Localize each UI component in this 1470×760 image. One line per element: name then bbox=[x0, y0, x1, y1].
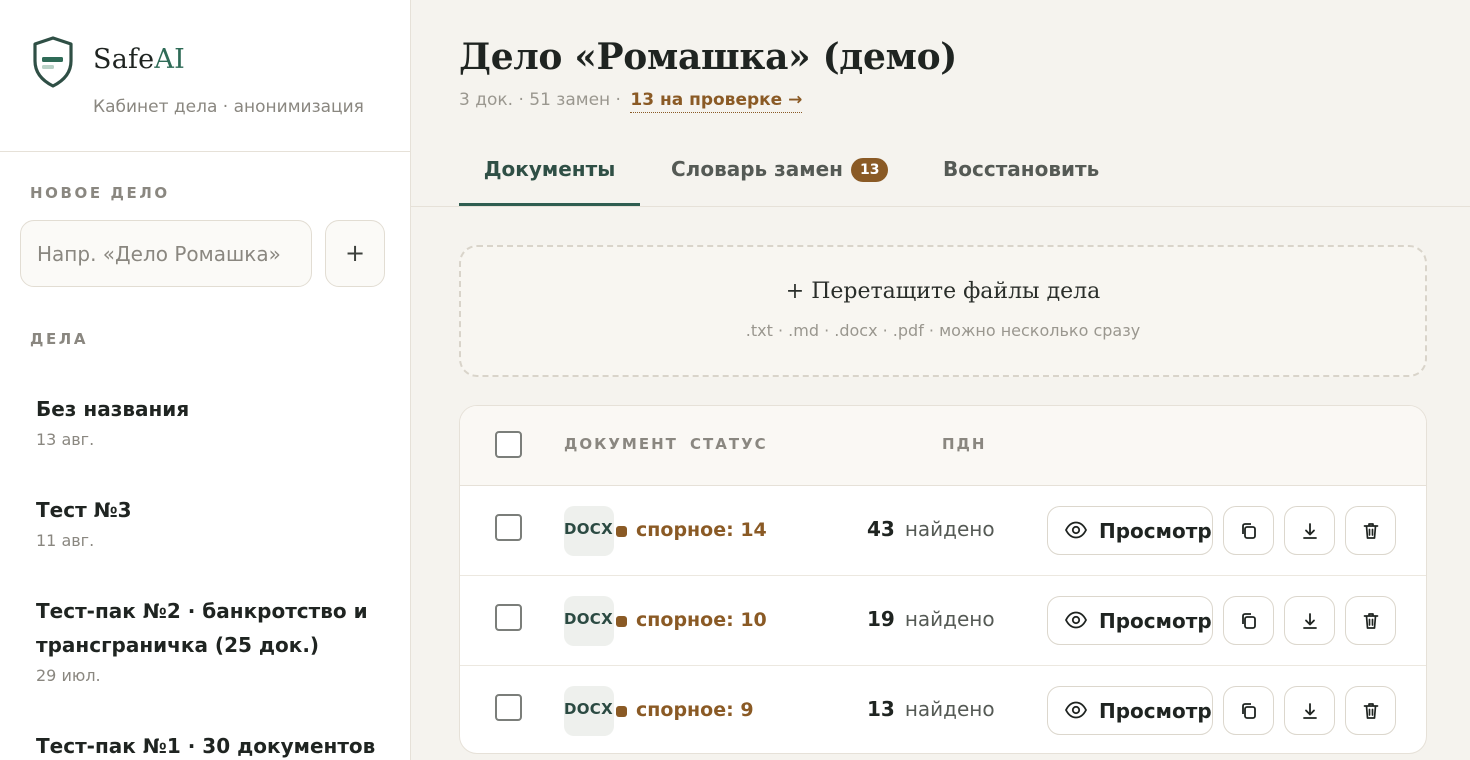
sidebar-divider bbox=[0, 151, 410, 152]
docx-file-icon: DOCX bbox=[564, 686, 627, 736]
download-button[interactable] bbox=[1284, 596, 1335, 645]
tab-documents[interactable]: Документы bbox=[459, 148, 640, 206]
trash-icon bbox=[1363, 523, 1379, 539]
table-row: DOCX спорное: 10 19 найдено Просмотр bbox=[460, 576, 1426, 666]
tab-label: Восстановить bbox=[943, 157, 1100, 181]
case-date: 13 авг. bbox=[36, 430, 95, 449]
docx-file-icon: DOCX bbox=[564, 596, 627, 646]
brand[interactable]: SafeAI bbox=[31, 35, 391, 89]
dropzone-title: + Перетащите файлы дела bbox=[785, 279, 1101, 304]
docx-file-icon: DOCX bbox=[564, 506, 627, 556]
file-dropzone[interactable]: + Перетащите файлы дела .txt · .md · .do… bbox=[459, 245, 1427, 377]
status-text: спорное: 9 bbox=[636, 699, 754, 721]
documents-table: ДОКУМЕНТ СТАТУС ПДН DOCX спорное: 14 43 н… bbox=[459, 405, 1427, 754]
trash-icon bbox=[1363, 703, 1379, 719]
copy-button[interactable] bbox=[1223, 596, 1274, 645]
delete-button[interactable] bbox=[1345, 596, 1396, 645]
case-title: Тест-пак №1 · 30 документов bbox=[36, 734, 376, 758]
copy-icon bbox=[1242, 523, 1256, 539]
row-checkbox[interactable] bbox=[495, 694, 522, 721]
case-date: 29 июл. bbox=[36, 666, 101, 685]
tab-label: Словарь замен bbox=[671, 157, 843, 181]
download-button[interactable] bbox=[1284, 506, 1335, 555]
column-document: ДОКУМЕНТ bbox=[564, 435, 678, 453]
dropzone-hint: .txt · .md · .docx · .pdf · можно нескол… bbox=[745, 321, 1141, 340]
table-row: DOCX спорное: 14 43 найдено Просмотр bbox=[460, 486, 1426, 576]
file-extension: DOCX bbox=[564, 610, 613, 628]
table-header: ДОКУМЕНТ СТАТУС ПДН bbox=[460, 406, 1426, 486]
plus-icon: + bbox=[344, 239, 366, 267]
status-text: спорное: 10 bbox=[636, 609, 767, 631]
trash-icon bbox=[1363, 613, 1379, 629]
pdn-count: 13 bbox=[867, 697, 895, 721]
case-title: Тест №3 bbox=[36, 498, 132, 522]
copy-icon bbox=[1242, 703, 1256, 719]
view-button[interactable]: Просмотр bbox=[1047, 506, 1213, 555]
view-button[interactable]: Просмотр bbox=[1047, 686, 1213, 735]
add-case-button[interactable]: + bbox=[325, 220, 385, 287]
brand-name: SafeAI bbox=[93, 44, 185, 75]
file-status-dot bbox=[616, 526, 627, 537]
review-link[interactable]: 13 на проверке → bbox=[630, 90, 803, 113]
cases-label: ДЕЛА bbox=[30, 330, 89, 348]
table-row: DOCX спорное: 9 13 найдено Просмотр bbox=[460, 666, 1426, 753]
case-item[interactable]: Тест №3 11 авг. bbox=[36, 493, 396, 550]
eye-icon bbox=[1065, 701, 1087, 719]
select-all-checkbox[interactable] bbox=[495, 431, 522, 458]
view-button-label: Просмотр bbox=[1099, 519, 1212, 543]
shield-icon bbox=[33, 36, 73, 88]
column-status: СТАТУС bbox=[690, 435, 768, 453]
copy-button[interactable] bbox=[1223, 686, 1274, 735]
tab-bar: Документы Словарь замен 13 Восстановить bbox=[411, 148, 1470, 207]
pdn-label: найдено bbox=[904, 517, 995, 541]
delete-button[interactable] bbox=[1345, 686, 1396, 735]
download-icon bbox=[1303, 523, 1317, 539]
page-title: Дело «Ромашка» (демо) bbox=[459, 36, 958, 78]
case-summary: 3 док. · 51 замен · 13 на проверке → bbox=[459, 90, 803, 113]
row-checkbox[interactable] bbox=[495, 604, 522, 631]
row-checkbox[interactable] bbox=[495, 514, 522, 541]
count-badge: 13 bbox=[851, 158, 889, 182]
download-icon bbox=[1303, 703, 1317, 719]
new-case-label: НОВОЕ ДЕЛО bbox=[30, 184, 170, 202]
column-pdn: ПДН bbox=[942, 435, 987, 453]
pdn-count: 43 bbox=[867, 517, 895, 541]
case-title: Без названия bbox=[36, 397, 190, 421]
case-title: Тест-пак №2 · банкротство и трансграничк… bbox=[36, 599, 368, 657]
case-item[interactable]: Тест-пак №1 · 30 документов bbox=[36, 729, 396, 760]
case-item[interactable]: Тест-пак №2 · банкротство и трансграничк… bbox=[36, 594, 396, 685]
pdn-found: 43 найдено bbox=[867, 517, 995, 541]
main-content: Дело «Ромашка» (демо) 3 док. · 51 замен … bbox=[411, 0, 1470, 760]
tab-label: Документы bbox=[483, 157, 616, 181]
download-icon bbox=[1303, 613, 1317, 629]
download-button[interactable] bbox=[1284, 686, 1335, 735]
file-extension: DOCX bbox=[564, 520, 613, 538]
case-item[interactable]: Без названия 13 авг. bbox=[36, 392, 396, 449]
case-date: 11 авг. bbox=[36, 531, 95, 550]
new-case-name-input[interactable] bbox=[20, 220, 312, 287]
file-extension: DOCX bbox=[564, 700, 613, 718]
case-stats: 3 док. · 51 замен · bbox=[459, 90, 621, 110]
pdn-label: найдено bbox=[904, 607, 995, 631]
eye-icon bbox=[1065, 611, 1087, 629]
delete-button[interactable] bbox=[1345, 506, 1396, 555]
sidebar: SafeAI Кабинет дела · анонимизация НОВОЕ… bbox=[0, 0, 411, 760]
tab-restore[interactable]: Восстановить bbox=[943, 148, 1099, 206]
brand-subtitle: Кабинет дела · анонимизация bbox=[93, 97, 364, 117]
copy-button[interactable] bbox=[1223, 506, 1274, 555]
status-text: спорное: 14 bbox=[636, 519, 767, 541]
pdn-found: 13 найдено bbox=[867, 697, 995, 721]
view-button-label: Просмотр bbox=[1099, 609, 1212, 633]
file-status-dot bbox=[616, 706, 627, 717]
pdn-count: 19 bbox=[867, 607, 895, 631]
view-button[interactable]: Просмотр bbox=[1047, 596, 1213, 645]
file-status-dot bbox=[616, 616, 627, 627]
tab-replacement-dictionary[interactable]: Словарь замен 13 bbox=[671, 148, 889, 206]
pdn-found: 19 найдено bbox=[867, 607, 995, 631]
pdn-label: найдено bbox=[904, 697, 995, 721]
copy-icon bbox=[1242, 613, 1256, 629]
view-button-label: Просмотр bbox=[1099, 699, 1212, 723]
eye-icon bbox=[1065, 521, 1087, 539]
